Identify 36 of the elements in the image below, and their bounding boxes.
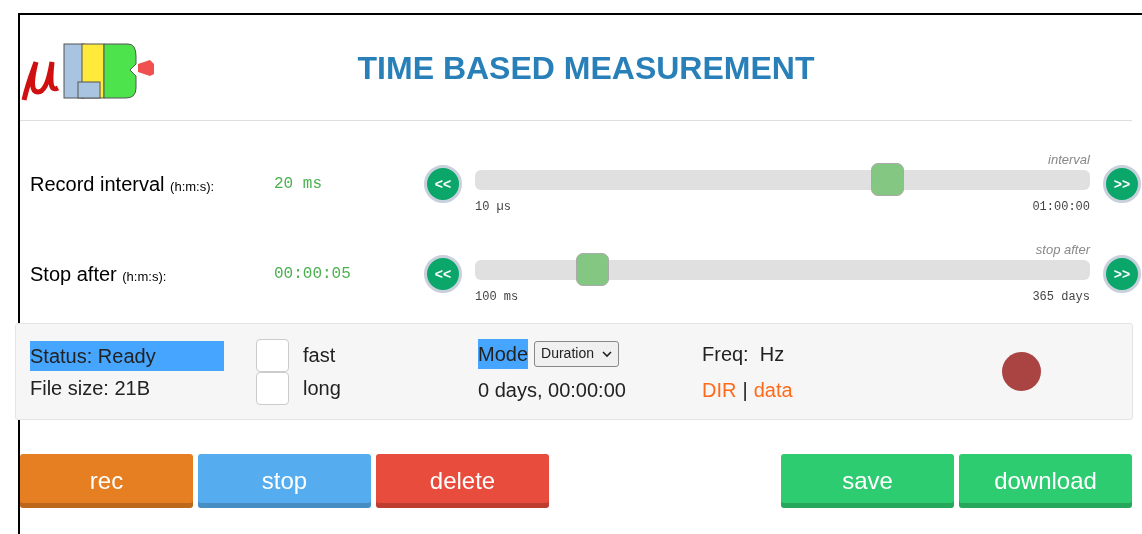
status-text: Status: Ready bbox=[30, 340, 224, 371]
action-button[interactable]: stop bbox=[198, 454, 371, 508]
slider-min: 10 µs bbox=[475, 199, 511, 216]
slider-thumb[interactable] bbox=[575, 253, 609, 286]
slider-max: 01:00:00 bbox=[1032, 199, 1090, 216]
action-button[interactable]: delete bbox=[376, 454, 549, 508]
slider-value: 00:00:05 bbox=[274, 264, 352, 285]
slider-label: Record interval (h:m:s): bbox=[29, 172, 216, 197]
slider-thumb[interactable] bbox=[871, 163, 905, 196]
file-size: File size: 21B bbox=[30, 375, 152, 401]
slider-caption: interval bbox=[1048, 152, 1090, 168]
elapsed-time: 0 days, 00:00:00 bbox=[478, 377, 627, 403]
mode-label: Mode bbox=[478, 338, 529, 369]
action-button[interactable]: save bbox=[781, 454, 954, 508]
checkbox[interactable] bbox=[256, 371, 289, 405]
checkbox-label: long bbox=[303, 376, 341, 401]
slider-max: 365 days bbox=[1032, 289, 1090, 306]
increase-button[interactable]: >> bbox=[1103, 165, 1141, 203]
frequency-text: Freq: Hz bbox=[702, 341, 786, 367]
slider-label: Stop after (h:m:s): bbox=[29, 262, 168, 287]
action-button[interactable]: rec bbox=[20, 454, 193, 508]
decrease-button[interactable]: << bbox=[424, 255, 462, 293]
slider-value: 20 ms bbox=[274, 174, 323, 195]
mode-select[interactable]: Duration bbox=[534, 340, 619, 367]
decrease-button[interactable]: << bbox=[424, 165, 462, 203]
action-button[interactable]: download bbox=[959, 454, 1132, 508]
slider-min: 100 ms bbox=[475, 289, 519, 306]
page-title: TIME BASED MEASUREMENT bbox=[357, 48, 815, 88]
checkbox[interactable] bbox=[256, 338, 289, 372]
data-link[interactable]: data bbox=[753, 374, 793, 405]
increase-button[interactable]: >> bbox=[1103, 255, 1141, 293]
chevron-down-icon bbox=[601, 349, 612, 358]
link-separator: | bbox=[742, 377, 748, 403]
checkbox-label: fast bbox=[303, 343, 336, 368]
slider-caption: stop after bbox=[1035, 242, 1090, 258]
dir-link[interactable]: DIR bbox=[702, 374, 737, 405]
